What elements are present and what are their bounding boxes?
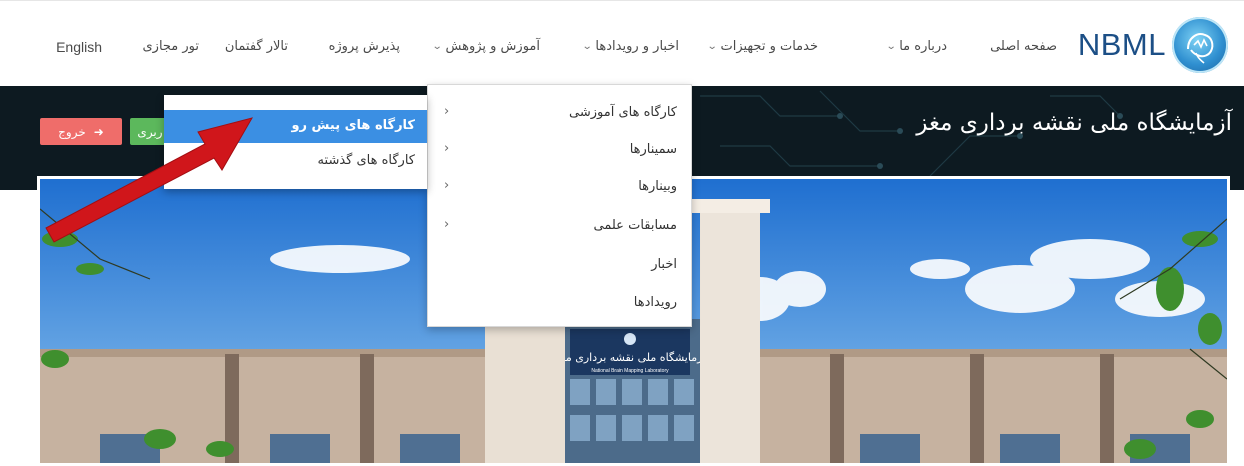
menu-item-label: کارگاه های آموزشی: [569, 105, 677, 120]
nav-news-label: اخبار و رویدادها: [595, 39, 679, 54]
nav-education[interactable]: آموزش و پژوهش ⌄: [431, 39, 540, 54]
nav-services[interactable]: خدمات و تجهیزات ⌄: [706, 39, 818, 54]
menu-item-events[interactable]: رویدادها: [428, 289, 691, 319]
submenu-item-label: کارگاه های گذشته: [317, 153, 415, 168]
chevron-left-icon: ‹: [444, 141, 450, 156]
education-dropdown: کارگاه های آموزشی ‹ سمینارها ‹ وبینارها …: [427, 84, 692, 327]
menu-item-webinars[interactable]: وبینارها ‹: [428, 173, 691, 203]
main-nav: صفحه اصلی درباره ما ⌄ خدمات و تجهیزات ⌄ اخ…: [0, 39, 1244, 61]
logout-label: خروج: [58, 124, 86, 139]
chevron-down-icon: ⌄: [706, 41, 718, 52]
chevron-down-icon: ⌄: [431, 41, 443, 52]
submenu-item-upcoming-workshops[interactable]: کارگاه های پیش رو: [164, 110, 427, 143]
menu-item-news[interactable]: اخبار: [428, 251, 691, 281]
nav-about-label: درباره ما: [899, 39, 947, 54]
menu-item-seminars[interactable]: سمینارها ‹: [428, 136, 691, 166]
menu-item-label: رویدادها: [633, 295, 677, 310]
nav-home[interactable]: صفحه اصلی: [990, 39, 1057, 54]
menu-item-label: مسابقات علمی: [593, 218, 677, 233]
workshop-submenu: کارگاه های پیش رو کارگاه های گذشته: [164, 95, 427, 189]
chevron-left-icon: ‹: [444, 217, 450, 232]
nav-project-label: پذیرش پروژه: [328, 39, 400, 54]
nav-about[interactable]: درباره ما ⌄: [885, 39, 947, 54]
menu-item-label: اخبار: [651, 257, 677, 272]
chevron-left-icon: ‹: [444, 104, 450, 119]
nav-english[interactable]: English: [56, 39, 102, 55]
user-panel-label: ربری: [137, 124, 163, 139]
submenu-item-past-workshops[interactable]: کارگاه های گذشته: [164, 145, 427, 178]
banner-title: آزمایشگاه ملی نقشه برداری مغز: [916, 110, 1232, 136]
top-navbar: NBML صفحه اصلی درباره ما ⌄ خدمات و تجهیزا…: [0, 0, 1244, 86]
logout-button[interactable]: ➜ خروج: [40, 118, 122, 145]
nav-education-label: آموزش و پژوهش: [445, 39, 540, 54]
nav-forum[interactable]: تالار گفتمان: [225, 39, 288, 54]
chevron-left-icon: ‹: [444, 178, 450, 193]
nav-home-label: صفحه اصلی: [990, 39, 1057, 54]
menu-item-workshops[interactable]: کارگاه های آموزشی ‹: [428, 99, 691, 129]
chevron-down-icon: ⌄: [885, 41, 897, 52]
logout-icon: ➜: [93, 124, 104, 139]
nav-tour[interactable]: تور مجازی: [142, 39, 199, 54]
menu-item-label: وبینارها: [638, 179, 677, 194]
nav-forum-label: تالار گفتمان: [224, 39, 288, 54]
building-sign-subtitle: National Brain Mapping Laboratory: [591, 368, 669, 374]
chevron-down-icon: ⌄: [581, 41, 593, 52]
building-sign-title: آزمایشگاه ملی نقشه برداری مغز: [554, 350, 707, 364]
nav-english-label: English: [56, 39, 102, 55]
nav-tour-label: تور مجازی: [142, 39, 199, 54]
nav-services-label: خدمات و تجهیزات: [720, 39, 818, 54]
nav-project[interactable]: پذیرش پروژه: [329, 39, 400, 54]
nav-news[interactable]: اخبار و رویدادها ⌄: [581, 39, 679, 54]
submenu-item-label: کارگاه های پیش رو: [291, 118, 415, 133]
menu-item-competitions[interactable]: مسابقات علمی ‹: [428, 212, 691, 242]
menu-item-label: سمینارها: [629, 142, 677, 157]
